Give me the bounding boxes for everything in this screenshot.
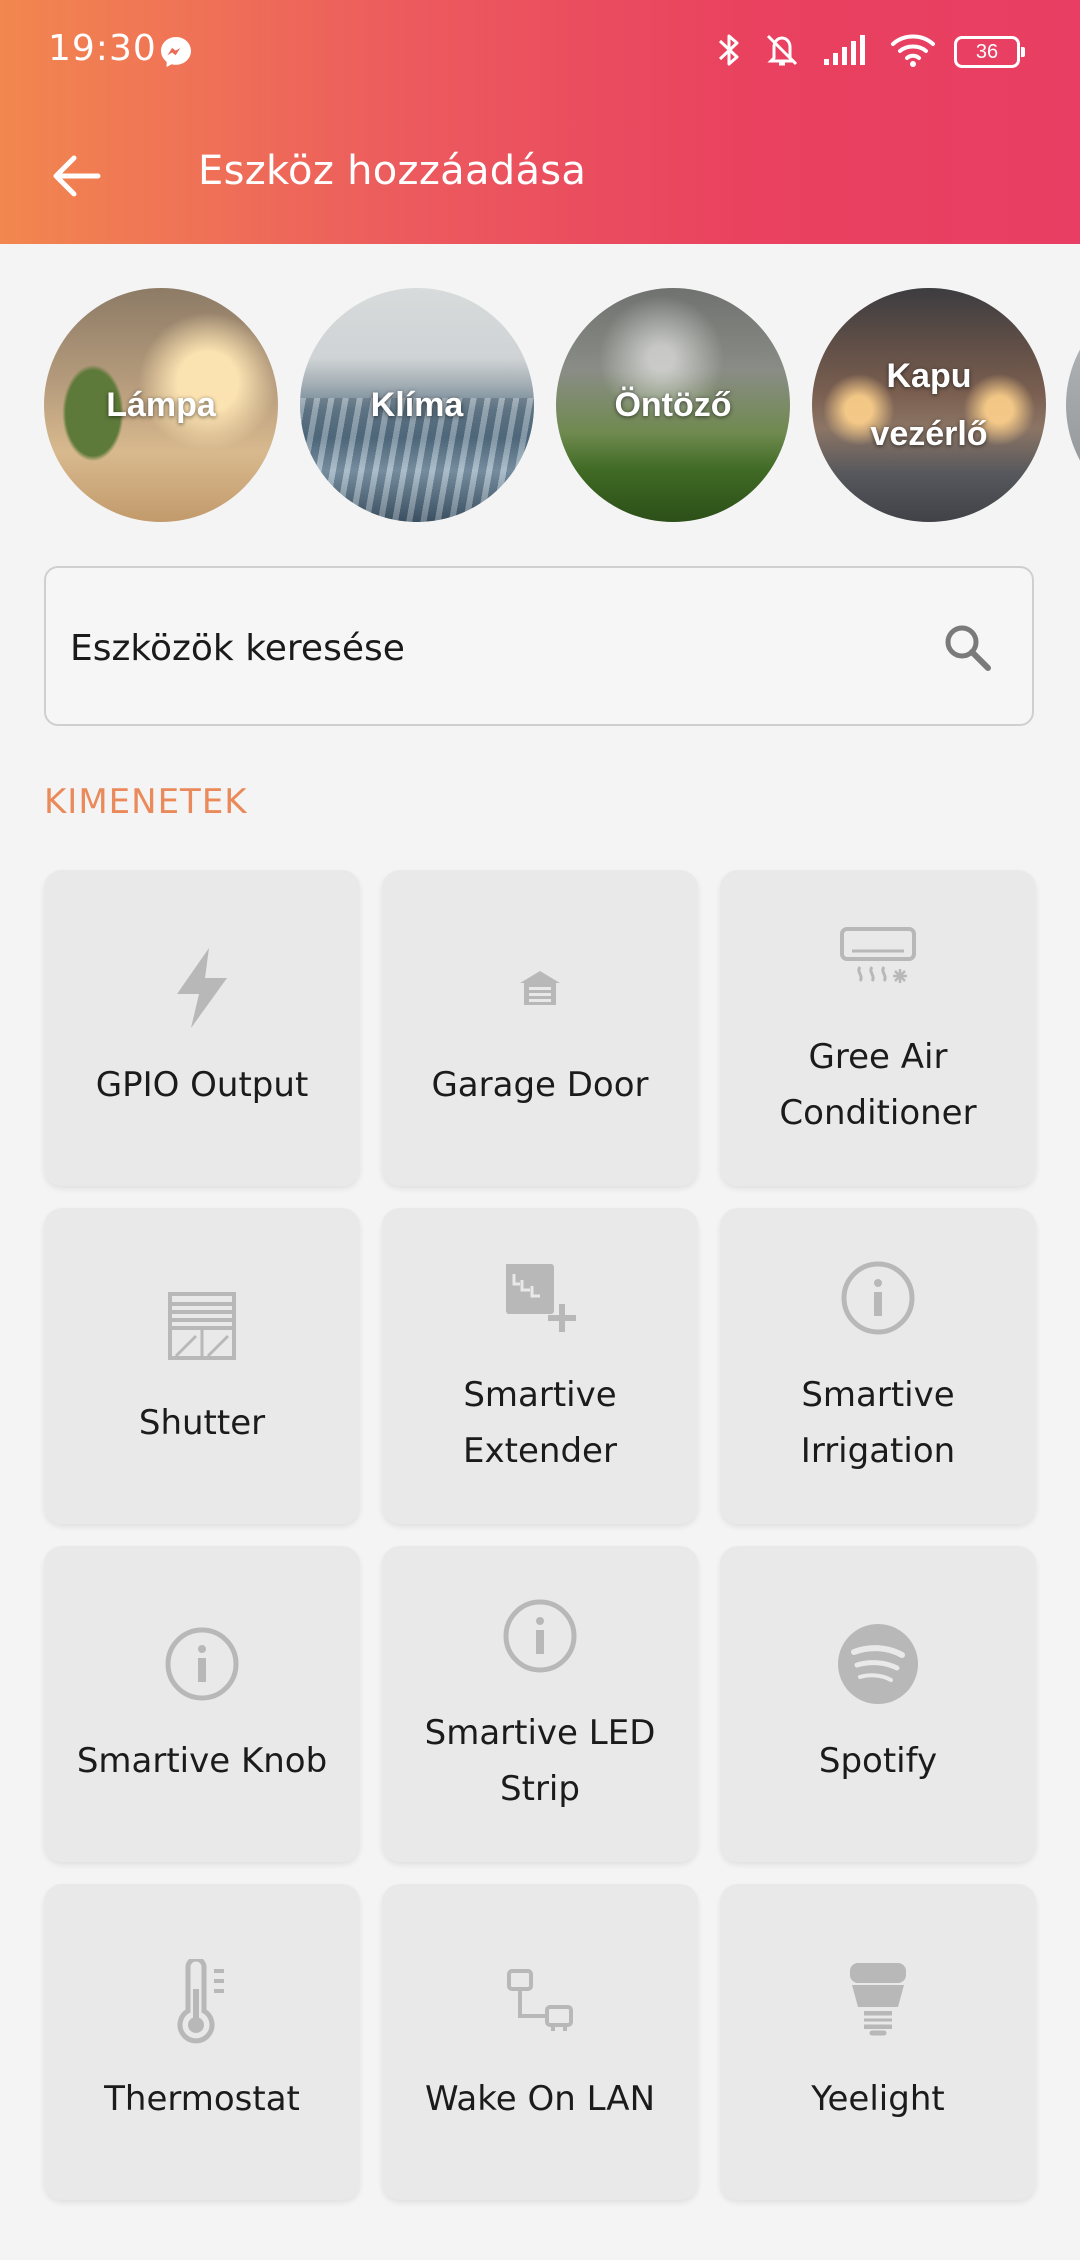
device-grid: GPIO Output Garage Door Gree Air Conditi… xyxy=(44,870,1036,2200)
arrow-left-icon xyxy=(53,155,101,197)
shutter-icon xyxy=(157,1281,247,1371)
category-label: Lámpa xyxy=(106,386,216,424)
status-icons: 36 xyxy=(716,30,1025,74)
device-tile-garage-door[interactable]: Garage Door xyxy=(382,870,698,1186)
device-label: Smartive Irrigation xyxy=(800,1375,956,1471)
category-next-partial[interactable] xyxy=(1066,288,1080,522)
air-conditioner-icon xyxy=(833,915,923,1005)
bulb-icon xyxy=(833,1957,923,2047)
page-title: Eszköz hozzáadása xyxy=(198,148,587,194)
device-tile-smartive-led-strip[interactable]: Smartive LED Strip xyxy=(382,1546,698,1862)
device-tile-thermostat[interactable]: Thermostat xyxy=(44,1884,360,2200)
device-tile-gree-air-conditioner[interactable]: Gree Air Conditioner xyxy=(720,870,1036,1186)
info-icon xyxy=(495,1591,585,1681)
device-tile-wake-on-lan[interactable]: Wake On LAN xyxy=(382,1884,698,2200)
device-label: Garage Door xyxy=(431,1065,649,1105)
device-tile-spotify[interactable]: Spotify xyxy=(720,1546,1036,1862)
device-tile-smartive-irrigation[interactable]: Smartive Irrigation xyxy=(720,1208,1036,1524)
back-button[interactable] xyxy=(40,140,112,212)
device-tile-gpio-output[interactable]: GPIO Output xyxy=(44,870,360,1186)
bluetooth-icon xyxy=(716,30,742,74)
search-box[interactable] xyxy=(44,566,1034,726)
category-klima[interactable]: Klíma xyxy=(300,288,534,522)
device-label: Smartive Extender xyxy=(463,1375,617,1471)
status-time: 19:30 xyxy=(48,28,157,69)
app-header: 19:30 36 Eszköz hozzáadása xyxy=(0,0,1080,244)
thermometer-icon xyxy=(157,1957,247,2047)
search-icon[interactable] xyxy=(940,620,996,676)
spotify-icon xyxy=(833,1619,923,1709)
device-label: Smartive LED Strip xyxy=(424,1713,656,1809)
toolbar: Eszköz hozzáadása xyxy=(0,110,1080,230)
device-label: Gree Air Conditioner xyxy=(779,1037,977,1133)
device-tile-smartive-extender[interactable]: Smartive Extender xyxy=(382,1208,698,1524)
category-label: Öntöző xyxy=(614,386,732,424)
device-label: GPIO Output xyxy=(95,1065,309,1105)
wifi-icon xyxy=(890,32,936,72)
device-label: Yeelight xyxy=(811,2079,945,2119)
battery-level: 36 xyxy=(975,40,999,63)
device-label: Shutter xyxy=(138,1403,266,1443)
category-kapu-vezerlo[interactable]: Kapu vezérlő xyxy=(812,288,1046,522)
status-bar: 19:30 36 xyxy=(0,0,1080,100)
device-tile-shutter[interactable]: Shutter xyxy=(44,1208,360,1524)
network-icon xyxy=(495,1957,585,2047)
info-icon xyxy=(833,1253,923,1343)
category-label: Kapu vezérlő xyxy=(870,357,988,453)
extender-icon xyxy=(495,1253,585,1343)
device-tile-smartive-knob[interactable]: Smartive Knob xyxy=(44,1546,360,1862)
device-label: Smartive Knob xyxy=(76,1741,328,1781)
bolt-icon xyxy=(157,943,247,1033)
messenger-icon xyxy=(158,34,194,70)
garage-icon xyxy=(495,943,585,1033)
category-label: Klíma xyxy=(370,386,464,424)
search-input[interactable] xyxy=(68,608,912,688)
device-label: Spotify xyxy=(818,1741,938,1781)
category-ontozo[interactable]: Öntöző xyxy=(556,288,790,522)
device-label: Thermostat xyxy=(104,2079,300,2119)
signal-icon xyxy=(822,33,872,71)
device-label: Wake On LAN xyxy=(424,2079,655,2119)
mute-icon xyxy=(760,30,804,74)
category-lamp[interactable]: Lámpa xyxy=(44,288,278,522)
device-tile-yeelight[interactable]: Yeelight xyxy=(720,1884,1036,2200)
battery-icon: 36 xyxy=(954,36,1025,68)
category-photo xyxy=(1066,288,1080,522)
info-icon xyxy=(157,1619,247,1709)
section-title: KIMENETEK xyxy=(44,782,248,822)
category-carousel[interactable]: Lámpa Klíma Öntöző Kapu vezérlő xyxy=(0,288,1080,522)
